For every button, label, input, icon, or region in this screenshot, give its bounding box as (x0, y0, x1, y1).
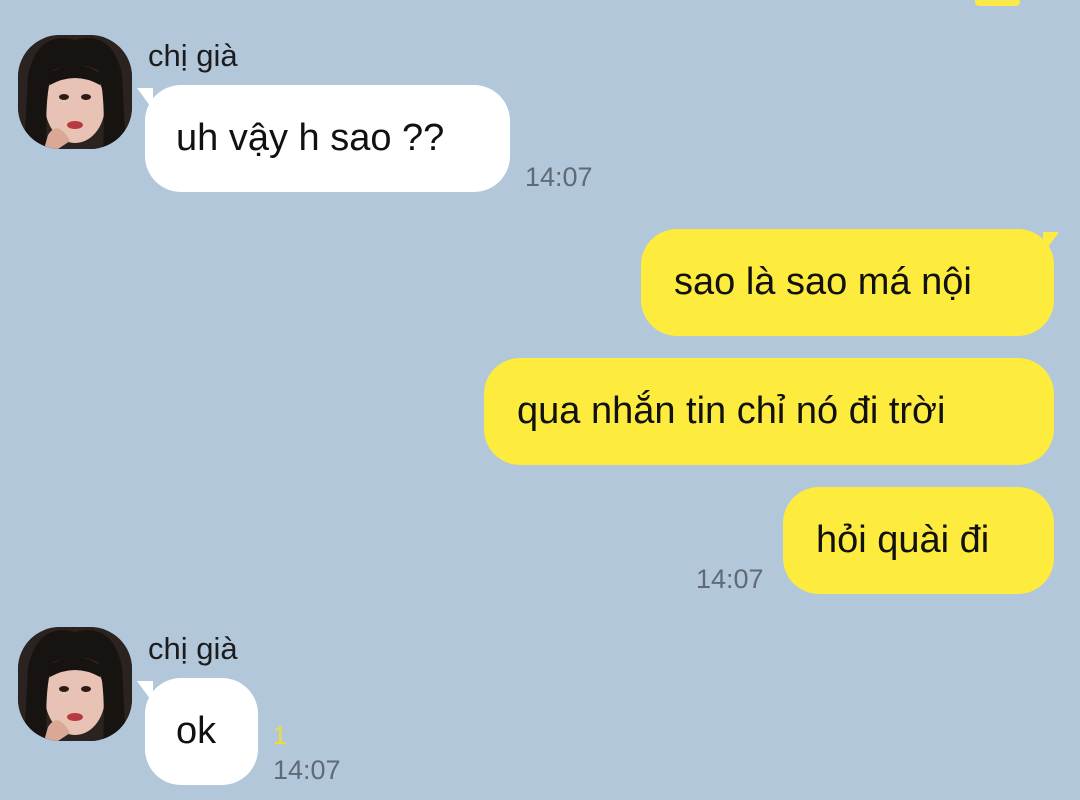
chat-area[interactable]: chị già uh vậy h sao ?? 14:07 sao là sao… (0, 0, 1080, 800)
sender-name: chị già (148, 631, 238, 666)
profile-photo-icon (18, 627, 132, 741)
outgoing-message-bubble[interactable]: hỏi quài đi (783, 487, 1054, 594)
previous-message-edge (975, 0, 1020, 6)
message-timestamp: 14:07 (273, 755, 341, 785)
sender-avatar[interactable] (18, 35, 132, 149)
message-text: ok (176, 710, 217, 752)
message-timestamp: 14:07 (696, 564, 764, 594)
message-text: qua nhắn tin chỉ nó đi trời (517, 390, 946, 432)
message-timestamp: 14:07 (525, 162, 593, 192)
profile-photo-icon (18, 35, 132, 149)
unread-count-badge: 1 (273, 722, 287, 750)
message-text: uh vậy h sao ?? (176, 117, 445, 159)
incoming-message-bubble[interactable]: ok (145, 678, 258, 785)
bubble-tail (1043, 232, 1059, 254)
outgoing-message-bubble[interactable]: qua nhắn tin chỉ nó đi trời (484, 358, 1054, 465)
outgoing-message-bubble[interactable]: sao là sao má nội (641, 229, 1054, 336)
sender-avatar[interactable] (18, 627, 132, 741)
message-text: sao là sao má nội (674, 261, 972, 303)
message-text: hỏi quài đi (816, 519, 990, 561)
sender-name: chị già (148, 38, 238, 73)
incoming-message-bubble[interactable]: uh vậy h sao ?? (145, 85, 510, 192)
